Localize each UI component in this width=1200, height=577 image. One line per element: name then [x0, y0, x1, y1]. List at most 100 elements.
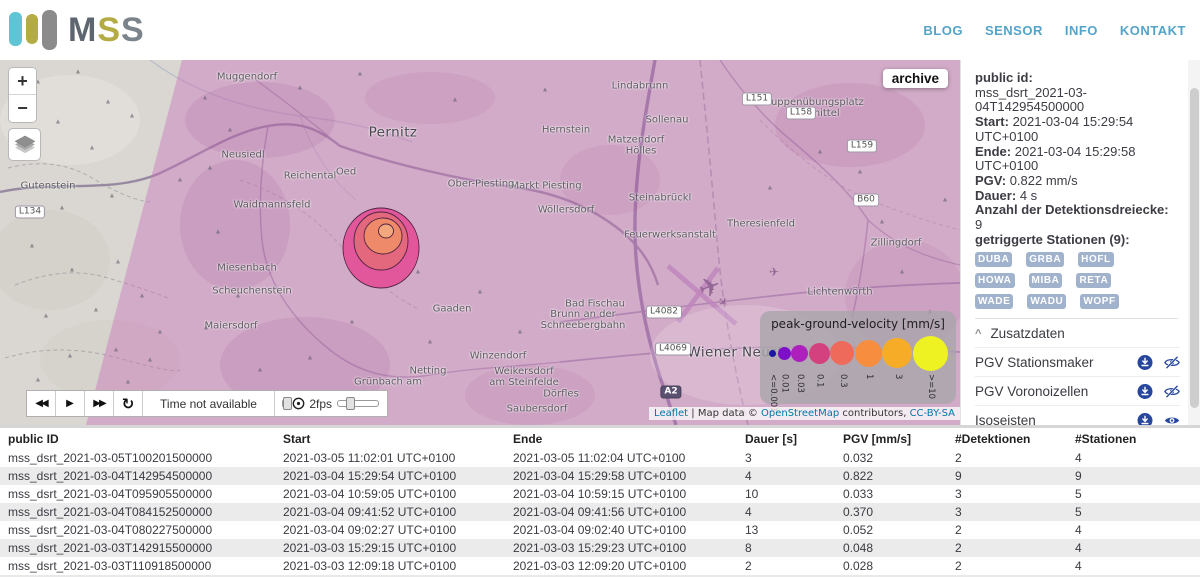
time-slider[interactable] — [282, 391, 285, 416]
fps-slider-thumb[interactable] — [346, 397, 355, 410]
dauer-value: 4 s — [1020, 188, 1037, 203]
station-chip-wopf[interactable]: WOPF — [1080, 294, 1118, 309]
table-cell: 2021-03-04 09:41:52 UTC+0100 — [275, 503, 505, 521]
nav-link-sensor[interactable]: SENSOR — [985, 23, 1043, 38]
peak-marker-icon: ▲ — [113, 347, 120, 354]
table-cell: 4 — [1067, 557, 1200, 575]
table-row[interactable]: mss_dsrt_2021-03-04T0841525000002021-03-… — [0, 503, 1200, 521]
peak-marker-icon: ▲ — [349, 319, 356, 326]
eye-icon[interactable] — [1164, 413, 1180, 425]
road-badge: L158 — [786, 107, 816, 120]
collapse-caret-icon[interactable]: ^ — [975, 330, 981, 338]
station-chip-duba[interactable]: DUBA — [975, 252, 1012, 267]
sidebar-scrollbar[interactable] — [1188, 60, 1200, 425]
table-cell: 2021-03-03 15:29:23 UTC+0100 — [505, 539, 737, 557]
stations-label: getriggerte Stationen (9): — [975, 232, 1130, 247]
station-chip-reta[interactable]: RETA — [1076, 273, 1111, 288]
table-cell: 0.822 — [835, 467, 947, 485]
peak-marker-icon: ▲ — [215, 229, 222, 236]
table-row[interactable]: mss_dsrt_2021-03-04T0802275000002021-03-… — [0, 521, 1200, 539]
dauer-label: Dauer: — [975, 188, 1016, 203]
download-button[interactable] — [1137, 384, 1153, 399]
zusatz-row: Isoseisten — [975, 405, 1180, 425]
osm-link[interactable]: OpenStreetMap — [761, 408, 839, 419]
map-place-label: Lindabrunn — [612, 81, 669, 92]
map-place-label: Matzendorf — [608, 135, 665, 146]
map-zoom-control: + − — [8, 67, 37, 123]
legend-item: 0.03 — [791, 334, 808, 401]
ende-label: Ende: — [975, 144, 1011, 159]
public-id-value: mss_dsrt_2021-03-04T142954500000 — [975, 86, 1174, 115]
nav-link-info[interactable]: INFO — [1065, 23, 1098, 38]
station-chip-grba[interactable]: GRBA — [1026, 252, 1064, 267]
map-place-label: Gaaden — [433, 304, 472, 315]
map-canvas[interactable]: ✈ ✈ ✈ MuggendorfPernitzNeusiedlGutenstei… — [0, 60, 960, 425]
road-badge: L4082 — [646, 306, 682, 319]
license-link[interactable]: CC-BY-SA — [910, 408, 955, 419]
map-place-label: Hernstein — [542, 125, 590, 136]
eye-slash-icon[interactable] — [1164, 384, 1180, 399]
table-row[interactable]: mss_dsrt_2021-03-03T1429155000002021-03-… — [0, 539, 1200, 557]
peak-marker-icon: ▲ — [55, 119, 62, 126]
play-button[interactable]: ▶ — [56, 391, 85, 416]
map-attribution: Leaflet | Map data © OpenStreetMap contr… — [649, 407, 960, 420]
legend-circle-wrap — [809, 334, 830, 372]
zoom-in-button[interactable]: + — [9, 68, 36, 95]
map-place-label: Bad Fischau — [565, 299, 625, 310]
legend-circle — [830, 341, 854, 365]
archive-button[interactable]: archive — [883, 69, 948, 88]
table-row[interactable]: mss_dsrt_2021-03-05T1002015000002021-03-… — [0, 449, 1200, 467]
peak-marker-icon: ▲ — [427, 339, 434, 346]
table-row[interactable]: mss_dsrt_2021-03-04T0959055000002021-03-… — [0, 485, 1200, 503]
table-cell: 2021-03-03 12:09:18 UTC+0100 — [275, 557, 505, 575]
sidebar-scrollbar-thumb[interactable] — [1190, 88, 1199, 408]
station-chip-wadu[interactable]: WADU — [1027, 294, 1066, 309]
table-cell: mss_dsrt_2021-03-05T100201500000 — [0, 449, 275, 467]
station-chip-miba[interactable]: MIBA — [1029, 273, 1063, 288]
map-place-label: Theresienfeld — [727, 219, 795, 230]
map-place-label: Muggendorf — [217, 72, 277, 83]
zoom-out-button[interactable]: − — [9, 95, 36, 122]
table-cell: 2 — [737, 557, 835, 575]
time-slider-thumb[interactable] — [283, 397, 292, 410]
station-chip-wade[interactable]: WADE — [975, 294, 1013, 309]
fps-slider[interactable] — [337, 391, 379, 416]
nav-link-blog[interactable]: BLOG — [923, 23, 963, 38]
table-row[interactable]: mss_dsrt_2021-03-03T1109185000002021-03-… — [0, 557, 1200, 575]
leaflet-link[interactable]: Leaflet — [654, 408, 688, 419]
reload-button[interactable]: ↻ — [114, 391, 143, 416]
detections-label: Anzahl der Detektionsdreiecke: — [975, 202, 1169, 217]
rewind-button[interactable]: ◀◀ — [27, 391, 56, 416]
layers-control-button[interactable] — [8, 128, 41, 161]
table-cell: 2021-03-03 12:09:20 UTC+0100 — [505, 557, 737, 575]
legend-circle-wrap — [830, 334, 854, 372]
event-detail-sidebar: public id: mss_dsrt_2021-03-04T142954500… — [960, 60, 1200, 425]
road-badge: A2 — [660, 386, 681, 399]
eye-slash-icon[interactable] — [1164, 355, 1180, 370]
road-badge: B60 — [853, 194, 879, 207]
download-button[interactable] — [1137, 355, 1153, 370]
fps-slider-track[interactable] — [337, 400, 379, 407]
road-badge: L4069 — [655, 343, 691, 356]
map-place-label: Markt Piesting — [510, 181, 581, 192]
map-place-label: Sollenau — [646, 115, 689, 126]
station-chip-howa[interactable]: HOWA — [975, 273, 1015, 288]
zusatz-header[interactable]: ^ Zusatzdaten — [975, 318, 1178, 347]
table-cell: 2021-03-04 15:29:54 UTC+0100 — [275, 467, 505, 485]
peak-marker-icon: ▲ — [105, 99, 112, 106]
zusatz-row-label: Isoseisten — [975, 413, 1126, 425]
table-cell: 10 — [737, 485, 835, 503]
fast-forward-button[interactable]: ▶▶ — [85, 391, 114, 416]
table-row[interactable]: mss_dsrt_2021-03-04T1429545000002021-03-… — [0, 467, 1200, 485]
logo-text: MSS — [68, 13, 145, 47]
map-place-label: Scheuchenstein — [212, 286, 291, 297]
download-button[interactable] — [1137, 413, 1153, 425]
nav-link-kontakt[interactable]: KONTAKT — [1120, 23, 1186, 38]
table-cell: 13 — [737, 521, 835, 539]
map-place-label: Steinabrückl — [629, 193, 692, 204]
station-chip-hofl[interactable]: HOFL — [1078, 252, 1114, 267]
mss-logo[interactable]: MSS — [8, 7, 145, 53]
peak-marker-icon: ▲ — [235, 293, 242, 300]
map-place-label: Feuerwerksanstalt — [624, 230, 716, 241]
map-place-label: Saubersdorf — [507, 404, 568, 415]
